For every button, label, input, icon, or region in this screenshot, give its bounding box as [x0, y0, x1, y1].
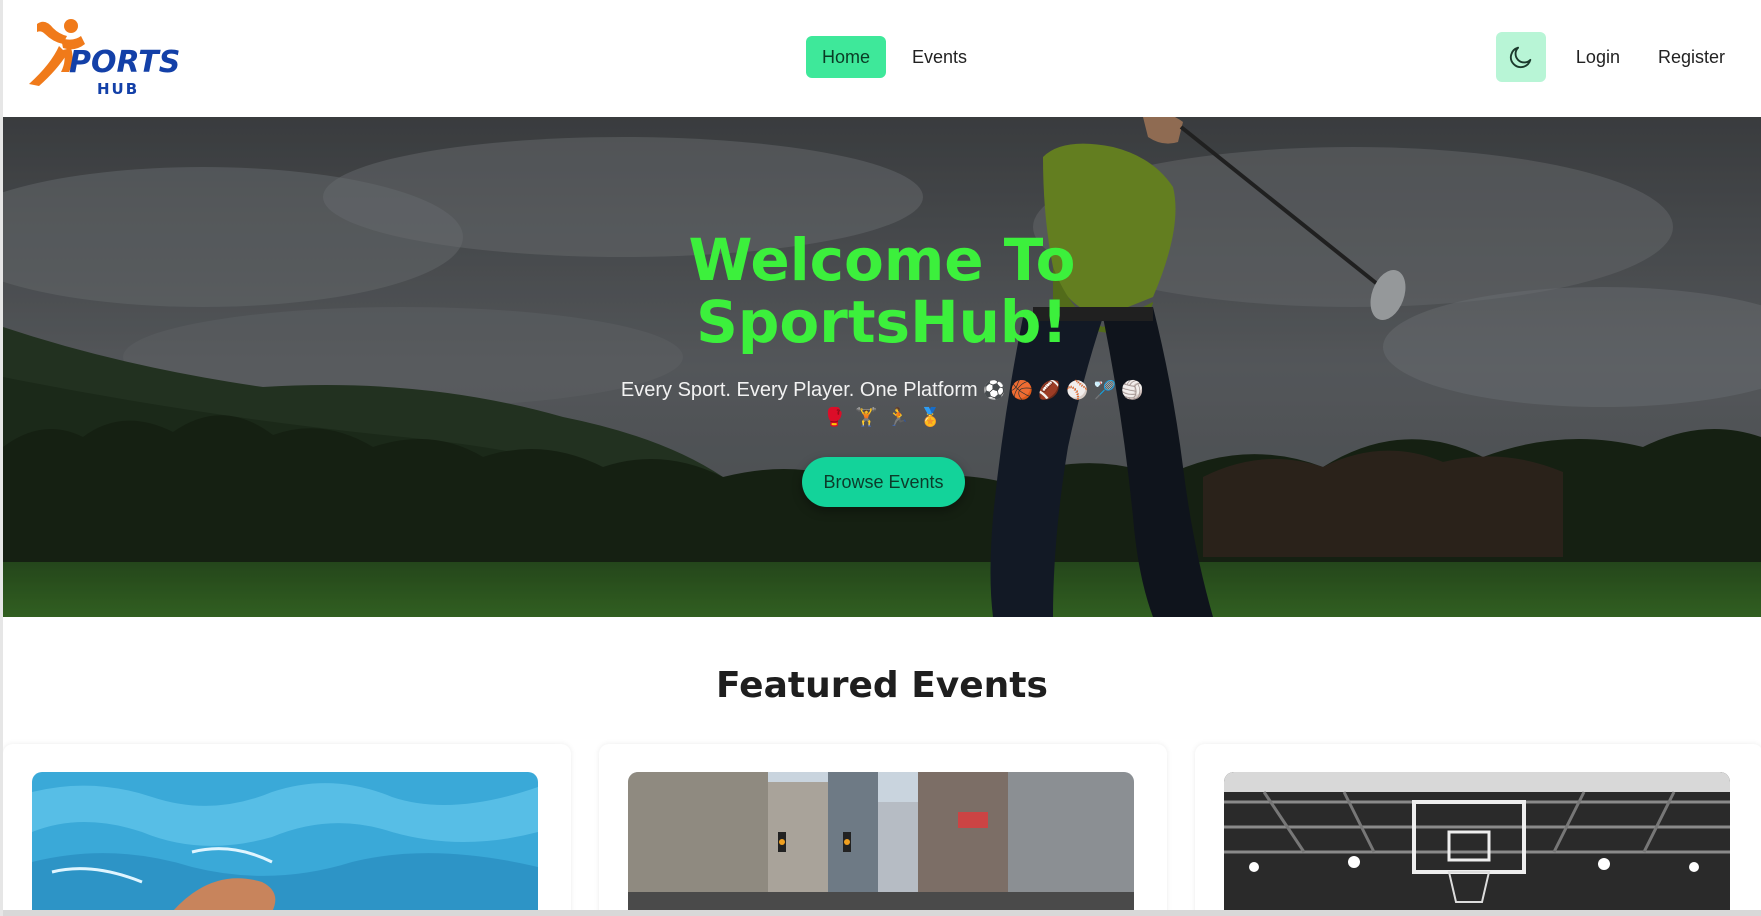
soccer-ball-icon: ⚽	[983, 380, 1006, 400]
swimming-graphic	[32, 772, 538, 916]
moon-icon	[1509, 46, 1532, 69]
medal-icon: 🏅	[919, 407, 942, 427]
hero-title-line1: Welcome To	[688, 226, 1076, 294]
hero-subtitle: Every Sport. Every Player. One Platform …	[3, 375, 1761, 405]
boxing-glove-icon: 🥊	[823, 407, 846, 427]
bottom-scroll-edge	[3, 910, 1761, 916]
hero-subtitle-text: Every Sport. Every Player. One Platform	[620, 379, 978, 401]
logo-graphic: PORTS HUB	[29, 19, 180, 98]
football-icon: 🏈	[1038, 380, 1061, 400]
city-street-graphic	[628, 772, 1134, 916]
theme-toggle-button[interactable]	[1495, 32, 1546, 82]
event-card[interactable]	[1195, 744, 1761, 916]
swimming-image	[32, 772, 538, 916]
page: PORTS HUB Home Events Login Register Wel…	[0, 0, 1761, 916]
basketball-court-image	[1224, 772, 1730, 916]
city-street-image	[628, 772, 1134, 916]
featured-events-title: Featured Events	[716, 665, 1048, 706]
hero-title-line2: SportsHub!	[696, 288, 1068, 356]
baseball-icon: ⚾	[1065, 380, 1089, 400]
runner-icon: 🏃	[887, 407, 910, 427]
basketball-court-graphic	[1224, 772, 1730, 916]
event-card[interactable]	[599, 744, 1167, 916]
basketball-icon: 🏀	[1010, 380, 1034, 400]
main-nav: Home Events	[806, 36, 983, 78]
nav-actions: Login Register	[1495, 32, 1741, 82]
badminton-icon: 🏸	[1093, 380, 1116, 400]
logo-main-text: PORTS	[69, 45, 180, 80]
login-link[interactable]: Login	[1560, 36, 1636, 78]
sportshub-logo[interactable]: PORTS HUB	[23, 14, 208, 98]
register-link[interactable]: Register	[1642, 36, 1741, 78]
featured-events-list	[3, 744, 1761, 916]
hero-title: Welcome To SportsHub!	[3, 229, 1761, 353]
volleyball-icon: 🏐	[1121, 380, 1144, 400]
hero-emoji-row: 🥊 🏋 🏃 🏅	[3, 406, 1761, 428]
logo-sub-text: HUB	[97, 80, 139, 98]
nav-events-link[interactable]: Events	[896, 36, 983, 78]
navbar: PORTS HUB Home Events Login Register	[3, 0, 1761, 117]
nav-home-link[interactable]: Home	[806, 36, 887, 78]
hero-section: Welcome To SportsHub! Every Sport. Every…	[3, 117, 1761, 617]
event-card[interactable]	[3, 744, 571, 916]
browse-events-button[interactable]: Browse Events	[802, 457, 965, 507]
weightlifter-icon: 🏋	[855, 407, 878, 427]
hero-content: Welcome To SportsHub! Every Sport. Every…	[3, 117, 1761, 617]
